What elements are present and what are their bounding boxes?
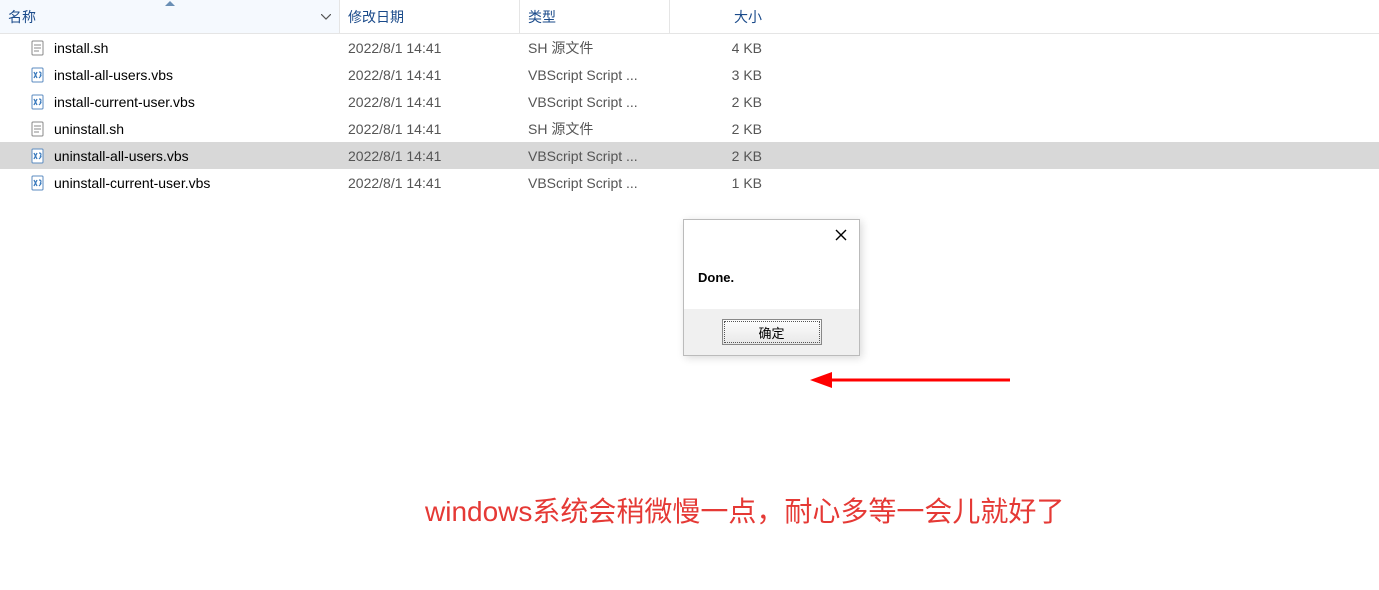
- file-type: VBScript Script ...: [520, 67, 670, 83]
- file-size: 1 KB: [670, 175, 770, 191]
- file-list: install.sh2022/8/1 14:41SH 源文件4 KBinstal…: [0, 34, 1379, 196]
- file-size: 4 KB: [670, 40, 770, 56]
- close-button[interactable]: [829, 223, 853, 247]
- close-icon: [835, 229, 847, 241]
- file-row[interactable]: uninstall-all-users.vbs 2022/8/1 14:41VBS…: [0, 142, 1379, 169]
- vbscript-file-icon: [30, 67, 46, 83]
- chevron-down-icon[interactable]: [321, 12, 331, 22]
- file-row[interactable]: install.sh 2022/8/1 14:41SH 源文件4 KB: [0, 34, 1379, 61]
- vbscript-file-icon: [30, 94, 46, 110]
- file-date: 2022/8/1 14:41: [340, 175, 520, 191]
- file-name: install-all-users.vbs: [54, 67, 173, 83]
- file-type: VBScript Script ...: [520, 175, 670, 191]
- sh-file-icon: [30, 40, 46, 56]
- file-type: VBScript Script ...: [520, 148, 670, 164]
- file-type: VBScript Script ...: [520, 94, 670, 110]
- sort-ascending-icon: [165, 1, 175, 6]
- sh-file-icon: [30, 121, 46, 137]
- dialog-message: Done.: [684, 250, 859, 309]
- file-name: install.sh: [54, 40, 108, 56]
- file-date: 2022/8/1 14:41: [340, 121, 520, 137]
- message-dialog: Done. 确定: [683, 219, 860, 356]
- caption-text: windows系统会稍微慢一点，耐心多等一会儿就好了: [425, 490, 1064, 530]
- file-size: 2 KB: [670, 121, 770, 137]
- vbscript-file-icon: [30, 148, 46, 164]
- dialog-titlebar: [684, 220, 859, 250]
- arrow-annotation-icon: [810, 370, 1010, 390]
- dialog-footer: 确定: [684, 309, 859, 355]
- file-row[interactable]: install-all-users.vbs 2022/8/1 14:41VBScr…: [0, 61, 1379, 88]
- vbscript-file-icon: [30, 175, 46, 191]
- file-date: 2022/8/1 14:41: [340, 94, 520, 110]
- file-row[interactable]: install-current-user.vbs 2022/8/1 14:41VB…: [0, 88, 1379, 115]
- file-size: 2 KB: [670, 94, 770, 110]
- column-header-size-label: 大小: [734, 7, 762, 27]
- column-header-type[interactable]: 类型: [520, 0, 670, 33]
- file-row[interactable]: uninstall-current-user.vbs 2022/8/1 14:41…: [0, 169, 1379, 196]
- file-name: uninstall-current-user.vbs: [54, 175, 210, 191]
- file-name: uninstall-all-users.vbs: [54, 148, 189, 164]
- column-header-date[interactable]: 修改日期: [340, 0, 520, 33]
- file-date: 2022/8/1 14:41: [340, 148, 520, 164]
- column-header-name-label: 名称: [8, 7, 36, 27]
- file-name: uninstall.sh: [54, 121, 124, 137]
- column-header-type-label: 类型: [528, 7, 556, 27]
- file-name: install-current-user.vbs: [54, 94, 195, 110]
- file-date: 2022/8/1 14:41: [340, 67, 520, 83]
- column-header-row: 名称 修改日期 类型 大小: [0, 0, 1379, 34]
- column-header-name[interactable]: 名称: [0, 0, 340, 33]
- file-type: SH 源文件: [520, 38, 670, 58]
- file-date: 2022/8/1 14:41: [340, 40, 520, 56]
- file-size: 3 KB: [670, 67, 770, 83]
- file-type: SH 源文件: [520, 119, 670, 139]
- file-row[interactable]: uninstall.sh 2022/8/1 14:41SH 源文件2 KB: [0, 115, 1379, 142]
- file-size: 2 KB: [670, 148, 770, 164]
- column-header-date-label: 修改日期: [348, 7, 404, 27]
- ok-button[interactable]: 确定: [722, 319, 822, 345]
- column-header-size[interactable]: 大小: [670, 0, 770, 33]
